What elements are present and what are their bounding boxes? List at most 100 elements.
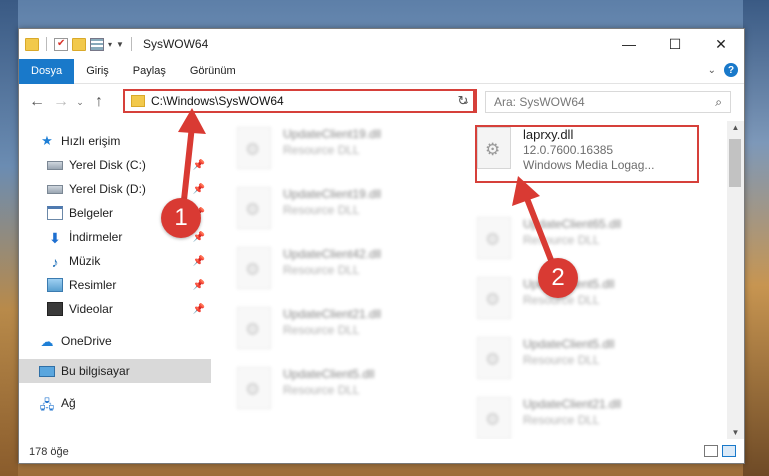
refresh-button[interactable]: ↻ [453, 89, 475, 113]
sidebar-item-label: İndirmeler [69, 230, 123, 244]
sidebar-item-disk-c[interactable]: Yerel Disk (C:) 📌 [19, 153, 211, 177]
pin-icon: 📌 [192, 183, 205, 195]
sidebar-item-this-pc[interactable]: Bu bilgisayar [19, 359, 211, 383]
list-item[interactable]: UpdateClient21.dllResource DLL [237, 307, 467, 353]
folder-icon [131, 95, 145, 107]
step-badge-1: 1 [161, 198, 201, 238]
sidebar-item-label: OneDrive [61, 334, 112, 348]
sidebar-item-quick-access[interactable]: ★ Hızlı erişim [19, 129, 211, 153]
sidebar-item-music[interactable]: ♪ Müzik 📌 [19, 249, 211, 273]
dll-file-icon [237, 367, 271, 409]
up-button[interactable]: ↑ [87, 93, 111, 111]
sidebar-item-label: Resimler [69, 278, 117, 292]
explorer-window: ▾ ▼ SysWOW64 — ☐ ✕ Dosya Giriş Paylaş Gö… [18, 28, 745, 464]
sidebar-item-label: Hızlı erişim [61, 134, 121, 148]
pin-icon: 📌 [192, 159, 205, 171]
pictures-icon [47, 278, 63, 292]
scroll-down-icon[interactable]: ▼ [727, 428, 744, 437]
vertical-scrollbar[interactable]: ▲ ▼ [727, 121, 744, 439]
sidebar-item-label: Yerel Disk (D:) [69, 182, 146, 196]
desktop-background-left [0, 0, 18, 476]
list-item[interactable]: UpdateClient5.dllResource DLL [477, 337, 707, 383]
sidebar-item-network[interactable]: 🖧 Ağ [19, 391, 211, 415]
folder-icon [25, 37, 39, 51]
tab-view[interactable]: Görünüm [178, 59, 248, 84]
navigation-pane: ★ Hızlı erişim Yerel Disk (C:) 📌 Yerel D… [19, 121, 211, 439]
list-item[interactable]: UpdateClient5.dllResource DLL [237, 367, 467, 413]
forward-button[interactable]: → [49, 93, 73, 111]
dll-file-icon [477, 217, 511, 259]
sidebar-item-label: Müzik [69, 254, 101, 268]
details-view-icon[interactable] [704, 445, 718, 457]
search-input[interactable]: Ara: SysWOW64 ⌕ [485, 91, 731, 113]
customize-qa-icon[interactable]: ▼ [116, 40, 124, 49]
ribbon-tabs: Dosya Giriş Paylaş Görünüm ⌄ ? [19, 58, 744, 84]
search-placeholder: Ara: SysWOW64 [494, 95, 585, 109]
list-item[interactable]: UpdateClient19.dllResource DLL [237, 127, 467, 173]
navigation-bar: ← → ⌄ ↑ C:\Windows\SysWOW64 ⌄ ↻ Ara: Sys… [19, 85, 744, 119]
sidebar-item-pictures[interactable]: Resimler 📌 [19, 273, 211, 297]
scrollbar-thumb[interactable] [729, 139, 741, 187]
cloud-icon: ☁ [40, 334, 54, 349]
star-icon: ★ [41, 133, 53, 148]
list-item[interactable]: UpdateClient5.dllResource DLL [477, 277, 707, 323]
sidebar-item-label: Belgeler [69, 206, 114, 220]
address-path[interactable]: C:\Windows\SysWOW64 [151, 94, 457, 108]
pin-icon: 📌 [192, 231, 205, 243]
close-button[interactable]: ✕ [698, 29, 744, 59]
sidebar-item-videos[interactable]: Videolar 📌 [19, 297, 211, 321]
new-folder-icon[interactable] [72, 37, 86, 51]
network-icon: 🖧 [39, 397, 55, 412]
search-icon[interactable]: ⌕ [715, 95, 722, 110]
maximize-button[interactable]: ☐ [652, 29, 698, 59]
tab-home[interactable]: Giriş [74, 59, 121, 84]
list-item[interactable]: UpdateClient21.dllResource DLL [477, 397, 707, 439]
dll-file-icon [237, 127, 271, 169]
dll-file-icon [237, 247, 271, 289]
documents-icon [47, 206, 63, 220]
item-count: 178 öğe [29, 446, 69, 458]
properties-icon[interactable] [90, 37, 104, 51]
caption-buttons: — ☐ ✕ [606, 29, 744, 59]
tab-file[interactable]: Dosya [19, 58, 75, 84]
toolbar-separator [130, 37, 132, 51]
chevron-down-icon[interactable]: ⌄ [708, 65, 716, 76]
list-item[interactable]: UpdateClient65.dllResource DLL [477, 217, 707, 263]
sidebar-item-label: Videolar [69, 302, 113, 316]
pin-icon: 📌 [192, 303, 205, 315]
dll-file-icon [237, 187, 271, 229]
pin-icon: 📌 [192, 255, 205, 267]
toolbar-separator [46, 37, 47, 51]
quick-access-toolbar: ▾ ▼ [19, 37, 135, 51]
title-bar: ▾ ▼ SysWOW64 — ☐ ✕ [19, 29, 744, 59]
window-title: SysWOW64 [142, 37, 209, 51]
disk-icon [47, 160, 63, 170]
pin-icon: 📌 [192, 279, 205, 291]
dll-file-icon [477, 397, 511, 439]
sidebar-item-label: Yerel Disk (C:) [69, 158, 146, 172]
status-bar: 178 öğe [19, 441, 744, 463]
sidebar-item-label: Ağ [61, 396, 76, 410]
tab-share[interactable]: Paylaş [121, 59, 178, 84]
scroll-up-icon[interactable]: ▲ [727, 123, 744, 132]
sidebar-item-label: Bu bilgisayar [61, 364, 130, 378]
back-button[interactable]: ← [25, 93, 49, 111]
qa-dropdown-icon[interactable]: ▾ [108, 40, 112, 49]
list-item[interactable]: UpdateClient42.dllResource DLL [237, 247, 467, 293]
dll-file-icon [477, 277, 511, 319]
help-icon[interactable]: ? [724, 63, 738, 77]
step-badge-2: 2 [538, 258, 578, 298]
tiles-view-icon[interactable] [722, 445, 736, 457]
downloads-icon: ⬇ [49, 230, 61, 246]
minimize-button[interactable]: — [606, 29, 652, 59]
music-icon: ♪ [51, 254, 59, 270]
disk-icon [47, 184, 63, 194]
list-item[interactable]: UpdateClient19.dllResource DLL [237, 187, 467, 233]
recent-locations-button[interactable]: ⌄ [73, 97, 87, 108]
computer-icon [39, 365, 55, 377]
sidebar-item-onedrive[interactable]: ☁ OneDrive [19, 329, 211, 353]
properties-check-icon[interactable] [54, 37, 68, 51]
dll-file-icon [477, 337, 511, 379]
address-bar[interactable]: C:\Windows\SysWOW64 ⌄ [123, 89, 477, 113]
videos-icon [47, 302, 63, 316]
